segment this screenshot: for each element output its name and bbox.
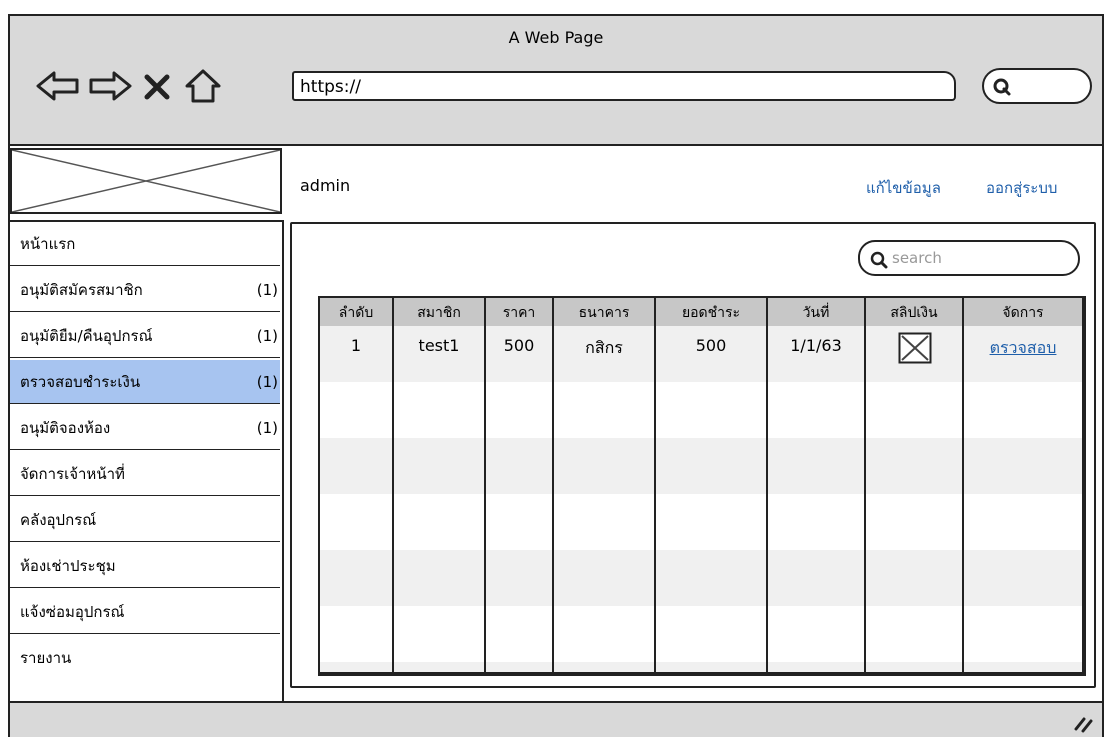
column-header: ลำดับ bbox=[338, 305, 374, 321]
column-header: ยอดชำระ bbox=[681, 305, 741, 321]
status-bar bbox=[10, 701, 1102, 737]
search-input[interactable]: search bbox=[858, 240, 1080, 276]
browser-nav bbox=[36, 68, 276, 104]
column-header: สลิปเงิน bbox=[890, 305, 938, 321]
sidebar-item-reports[interactable]: รายงาน bbox=[10, 636, 280, 680]
sidebar-item-home[interactable]: หน้าแรก bbox=[10, 222, 280, 266]
sidebar: หน้าแรก อนุมัติสมัครสมาชิก (1) อนุมัติยืม… bbox=[10, 220, 284, 704]
cell-amount: 500 bbox=[695, 336, 727, 355]
logout-link[interactable]: ออกสู่ระบบ bbox=[986, 176, 1057, 200]
cell-date: 1/1/63 bbox=[790, 336, 842, 355]
search-placeholder: search bbox=[892, 249, 942, 267]
verify-link[interactable]: ตรวจสอบ bbox=[964, 336, 1082, 361]
current-user: admin bbox=[300, 176, 351, 195]
slip-image-icon[interactable] bbox=[898, 332, 932, 364]
content-panel: search ลำดับ สมาชิก ราคา ธนาคาร ยอดชำระ … bbox=[290, 222, 1096, 688]
browser-titlebar: A Web Page https:// bbox=[10, 16, 1102, 146]
image-placeholder-icon bbox=[11, 149, 281, 213]
sidebar-item-inventory[interactable]: คลังอุปกรณ์ bbox=[10, 498, 280, 542]
close-icon[interactable] bbox=[144, 74, 170, 100]
cell-member: test1 bbox=[418, 336, 460, 355]
sidebar-item-check-payments[interactable]: ตรวจสอบชำระเงิน (1) bbox=[10, 360, 280, 404]
cell-price: 500 bbox=[503, 336, 535, 355]
cell-no: 1 bbox=[350, 336, 362, 355]
resize-grip-icon[interactable] bbox=[1072, 711, 1094, 733]
browser-window: A Web Page https:// admin แก้ไขข้อมูล ออ… bbox=[8, 14, 1104, 737]
sidebar-item-meeting-rooms[interactable]: ห้องเช่าประชุม bbox=[10, 544, 280, 588]
browser-search[interactable] bbox=[982, 68, 1092, 104]
back-icon[interactable] bbox=[36, 70, 80, 102]
sidebar-item-repairs[interactable]: แจ้งซ่อมอุปกรณ์ bbox=[10, 590, 280, 634]
sidebar-item-approve-members[interactable]: อนุมัติสมัครสมาชิก (1) bbox=[10, 268, 280, 312]
forward-icon[interactable] bbox=[88, 70, 132, 102]
edit-profile-link[interactable]: แก้ไขข้อมูล bbox=[866, 176, 941, 200]
window-title: A Web Page bbox=[508, 28, 604, 47]
badge-count: (1) bbox=[256, 281, 278, 299]
column-header: จัดการ bbox=[1002, 305, 1044, 321]
sidebar-item-approve-equipment[interactable]: อนุมัติยืม/คืนอุปกรณ์ (1) bbox=[10, 314, 280, 358]
table-row-empty bbox=[320, 438, 1082, 494]
column-header: ธนาคาร bbox=[578, 305, 630, 321]
table-row-empty bbox=[320, 550, 1082, 606]
column-header: ราคา bbox=[502, 305, 536, 321]
badge-count: (1) bbox=[256, 327, 278, 345]
search-icon bbox=[993, 78, 1011, 96]
sidebar-item-staff[interactable]: จัดการเจ้าหน้าที่ bbox=[10, 452, 280, 496]
cell-bank: กสิกร bbox=[585, 338, 623, 357]
column-header: สมาชิก bbox=[417, 305, 461, 321]
sidebar-item-approve-rooms[interactable]: อนุมัติจองห้อง (1) bbox=[10, 406, 280, 450]
payments-table: ลำดับ สมาชิก ราคา ธนาคาร ยอดชำระ วันที่ … bbox=[318, 296, 1086, 676]
table-row-empty bbox=[320, 662, 1082, 672]
badge-count: (1) bbox=[256, 419, 278, 437]
logo-placeholder bbox=[10, 148, 282, 214]
column-header: วันที่ bbox=[802, 305, 830, 321]
badge-count: (1) bbox=[256, 373, 278, 391]
search-icon bbox=[870, 251, 888, 269]
address-bar[interactable]: https:// bbox=[292, 71, 956, 101]
home-icon[interactable] bbox=[184, 68, 222, 104]
column-divider bbox=[864, 298, 866, 672]
